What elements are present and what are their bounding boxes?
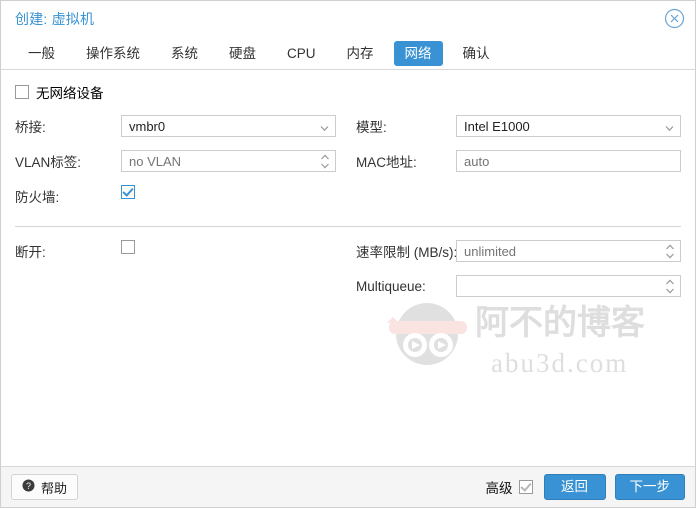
help-button-label: 帮助 (41, 480, 68, 496)
disconnect-control (121, 240, 336, 262)
multiqueue-row: Multiqueue: (356, 272, 681, 300)
bridge-label: 桥接: (15, 120, 46, 135)
form-columns-advanced: 断开: 速率限制 (MB/s): unlimited Multiqueue: (15, 237, 681, 307)
vlan-tag-control (121, 150, 336, 172)
no-network-device-row: 无网络设备 (15, 82, 681, 102)
watermark-text-domain: abu3d.com (491, 348, 628, 378)
vlan-tag-label: VLAN标签: (15, 155, 82, 170)
rate-limit-input[interactable] (456, 240, 681, 262)
rate-limit-row: 速率限制 (MB/s): (356, 237, 681, 265)
footer-actions: 高级 返回 下一步 (486, 474, 685, 500)
tab-confirm[interactable]: 确认 (452, 41, 501, 66)
tab-cpu[interactable]: CPU (276, 41, 327, 66)
no-network-device-label: 无网络设备 (36, 86, 104, 101)
firewall-row: 防火墙: (15, 182, 336, 210)
multiqueue-input[interactable] (456, 275, 681, 297)
next-button[interactable]: 下一步 (614, 474, 685, 500)
bridge-input[interactable] (121, 115, 336, 137)
help-button[interactable]: ? 帮助 (11, 474, 79, 500)
firewall-label: 防火墙: (15, 190, 60, 205)
disconnect-checkbox[interactable] (121, 240, 135, 254)
back-button[interactable]: 返回 (543, 474, 606, 500)
vlan-tag-row: VLAN标签: (15, 147, 336, 175)
disconnect-row: 断开: (15, 237, 336, 265)
section-divider (15, 226, 681, 227)
tab-network[interactable]: 网络 (393, 40, 443, 66)
tab-system[interactable]: 系统 (160, 41, 209, 66)
form-column-right: 模型: MAC地址: (348, 112, 681, 217)
dialog-titlebar: 创建: 虚拟机 (1, 1, 695, 37)
tab-disks[interactable]: 硬盘 (218, 41, 267, 66)
firewall-checkbox[interactable] (121, 185, 135, 199)
tab-os[interactable]: 操作系统 (75, 41, 151, 66)
tab-memory[interactable]: 内存 (336, 41, 385, 66)
dialog-title: 创建: 虚拟机 (15, 11, 95, 27)
multiqueue-control (456, 275, 681, 297)
model-control (456, 115, 681, 137)
form-column-left: 桥接: VLAN标签: (15, 112, 348, 217)
form-column-right-advanced: 速率限制 (MB/s): Multiqueue: (348, 237, 681, 307)
advanced-label: 高级 (485, 481, 513, 496)
model-input[interactable] (456, 115, 681, 137)
no-network-device-checkbox[interactable] (15, 85, 29, 99)
mac-address-label: MAC地址: (356, 155, 417, 170)
form-columns: 桥接: VLAN标签: (15, 112, 681, 217)
network-form: 无网络设备 桥接: VLAN标签: (1, 70, 695, 466)
rate-limit-label: 速率限制 (MB/s): (356, 245, 458, 260)
advanced-checkbox[interactable] (518, 480, 533, 494)
disconnect-label: 断开: (15, 245, 46, 260)
watermark-text-cn: 阿不的博客 (475, 303, 645, 342)
model-row: 模型: (356, 112, 681, 140)
svg-text:?: ? (26, 481, 31, 491)
dialog-footer: ? 帮助 高级 返回 下一步 (1, 466, 695, 507)
wizard-tabbar: 一般 操作系统 系统 硬盘 CPU 内存 网络 确认 (1, 37, 695, 70)
mac-address-control (456, 150, 681, 172)
question-circle-icon: ? (22, 479, 35, 495)
multiqueue-label: Multiqueue: (356, 278, 426, 294)
tab-general[interactable]: 一般 (17, 41, 66, 66)
model-label: 模型: (356, 120, 387, 135)
create-vm-dialog: 创建: 虚拟机 一般 操作系统 系统 硬盘 CPU 内存 网络 确认 无网络设备 (0, 0, 696, 508)
mac-address-input[interactable] (456, 150, 681, 172)
vlan-tag-input[interactable] (121, 150, 336, 172)
rate-limit-control (456, 240, 681, 262)
bridge-control (121, 115, 336, 137)
close-icon[interactable] (664, 8, 685, 29)
bridge-row: 桥接: (15, 112, 336, 140)
mac-address-row: MAC地址: (356, 147, 681, 175)
firewall-control (121, 185, 336, 207)
form-column-left-advanced: 断开: (15, 237, 348, 307)
advanced-toggle[interactable]: 高级 (486, 477, 533, 497)
